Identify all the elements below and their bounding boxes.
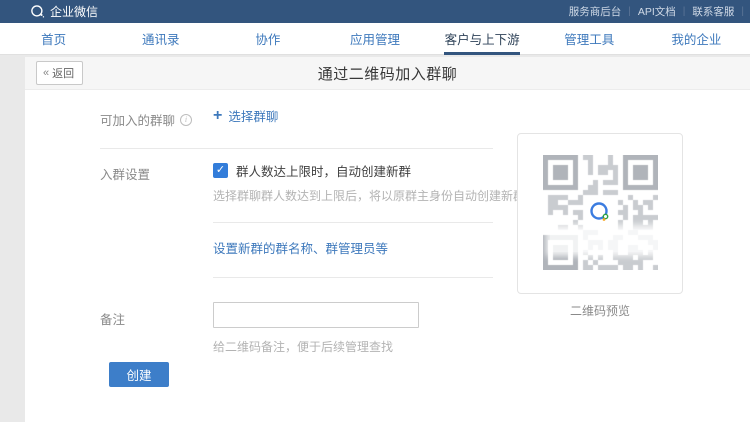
content-card: « 返回 通过二维码加入群聊 可加入的群聊 i + 选择群聊 入群设置 群人数达… — [25, 57, 750, 422]
qr-preview-caption: 二维码预览 — [517, 302, 683, 319]
new-group-settings-link[interactable]: 设置新群的群名称、群管理员等 — [213, 238, 388, 257]
auto-create-checkbox[interactable] — [213, 163, 228, 178]
qr-blurred-text-area — [550, 229, 670, 252]
nav-item-collaboration[interactable]: 协作 — [214, 23, 321, 54]
auto-create-checkbox-label: 群人数达上限时，自动创建新群 — [236, 161, 411, 180]
back-chevron-icon: « — [43, 68, 49, 79]
separator: | — [741, 6, 744, 17]
create-button[interactable]: 创建 — [109, 362, 169, 387]
brand-name: 企业微信 — [50, 3, 98, 20]
topbar: 企业微信 服务商后台 | API文档 | 联系客服 | — [0, 0, 750, 23]
auto-create-helper-text: 选择群聊群人数达到上限后，将以原群主身份自动创建新群 — [213, 187, 525, 204]
topbar-links: 服务商后台 | API文档 | 联系客服 | — [562, 4, 744, 19]
nav-item-app-management[interactable]: 应用管理 — [321, 23, 428, 54]
joinable-group-label: 可加入的群聊 i — [100, 110, 192, 129]
nav-item-contacts[interactable]: 通讯录 — [107, 23, 214, 54]
select-group-link-label: 选择群聊 — [228, 106, 278, 125]
join-settings-label: 入群设置 — [100, 164, 150, 183]
remark-helper-text: 给二维码备注，便于后续管理查找 — [213, 338, 393, 355]
nav-item-my-company[interactable]: 我的企业 — [643, 23, 750, 54]
back-button-label: 返回 — [52, 65, 74, 81]
auto-create-checkbox-row[interactable]: 群人数达上限时，自动创建新群 — [213, 161, 411, 180]
topbar-link-provider[interactable]: 服务商后台 — [562, 4, 629, 19]
page-header: « 返回 通过二维码加入群聊 — [25, 57, 750, 90]
wework-logo-icon — [30, 4, 45, 19]
form-area: 可加入的群聊 i + 选择群聊 入群设置 群人数达上限时，自动创建新群 选择群聊… — [25, 91, 750, 422]
nav-item-home[interactable]: 首页 — [0, 23, 107, 54]
divider — [213, 222, 493, 223]
brand: 企业微信 — [30, 3, 98, 20]
qr-center-logo-icon — [585, 197, 615, 227]
remark-label: 备注 — [100, 309, 125, 328]
divider — [213, 277, 493, 278]
select-group-link[interactable]: + 选择群聊 — [213, 106, 278, 125]
divider — [100, 148, 493, 149]
remark-input[interactable] — [213, 302, 419, 328]
back-button[interactable]: « 返回 — [36, 61, 83, 85]
topbar-link-api-docs[interactable]: API文档 — [631, 4, 683, 19]
nav-item-admin-tools[interactable]: 管理工具 — [536, 23, 643, 54]
qr-preview-box — [517, 133, 683, 294]
main-nav: 首页 通讯录 协作 应用管理 客户与上下游 管理工具 我的企业 — [0, 23, 750, 55]
info-icon: i — [180, 114, 192, 126]
page-title: 通过二维码加入群聊 — [25, 63, 750, 84]
nav-item-customers[interactable]: 客户与上下游 — [429, 23, 536, 54]
joinable-group-label-text: 可加入的群聊 — [100, 110, 175, 129]
plus-icon: + — [213, 108, 222, 124]
topbar-link-support[interactable]: 联系客服 — [685, 4, 741, 19]
